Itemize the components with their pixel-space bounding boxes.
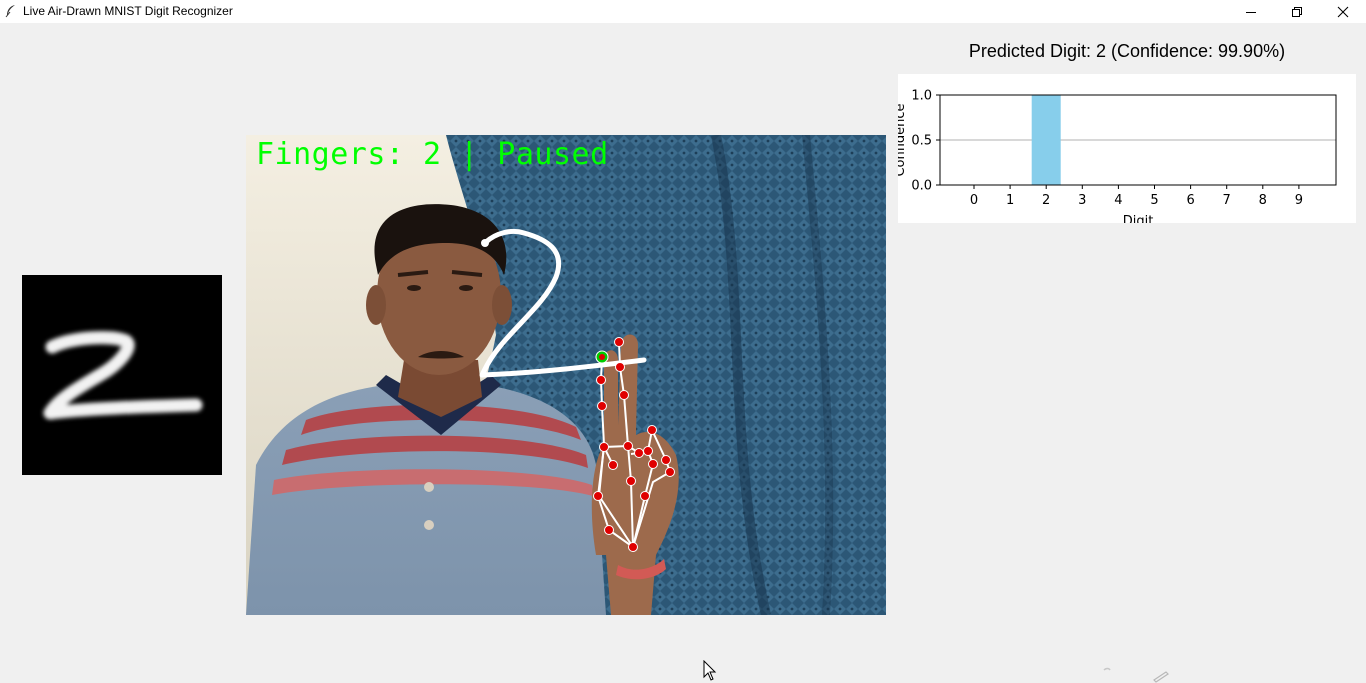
minimize-button[interactable] xyxy=(1228,0,1274,23)
x-tick-label: 9 xyxy=(1295,193,1303,208)
prediction-label: Predicted Digit: 2 (Confidence: 99.90%) xyxy=(968,41,1286,61)
confidence-chart: 0.0 0.5 1.0 0 1 2 3 4 5 6 7 8 9 Confidence Digit xyxy=(898,74,1356,223)
y-tick-label: 0.5 xyxy=(911,134,932,149)
x-tick-label: 3 xyxy=(1078,193,1086,208)
y-tick-label: 1.0 xyxy=(911,89,932,104)
tray-icons xyxy=(1103,667,1169,683)
x-tick-label: 2 xyxy=(1042,193,1050,208)
x-tick-label: 0 xyxy=(970,193,978,208)
window-title: Live Air-Drawn MNIST Digit Recognizer xyxy=(23,4,233,18)
x-tick-label: 4 xyxy=(1114,193,1122,208)
title-bar[interactable]: Live Air-Drawn MNIST Digit Recognizer xyxy=(0,0,1366,23)
digit-preview-image xyxy=(22,275,222,475)
x-tick-label: 8 xyxy=(1259,193,1267,208)
x-tick-label: 5 xyxy=(1150,193,1158,208)
minimize-icon xyxy=(1246,11,1256,13)
app-window: Live Air-Drawn MNIST Digit Recognizer Fi… xyxy=(0,0,1366,683)
x-tick-label: 6 xyxy=(1186,193,1194,208)
camera-feed: Fingers: 2 | Paused xyxy=(246,135,886,615)
bar-digit-2 xyxy=(1031,95,1061,185)
x-tick-label: 1 xyxy=(1006,193,1014,208)
close-button[interactable] xyxy=(1320,0,1366,23)
y-tick-label: 0.0 xyxy=(911,179,932,194)
restore-icon xyxy=(1292,6,1302,17)
close-icon xyxy=(1337,6,1349,17)
y-axis-label: Confidence xyxy=(898,103,908,176)
maximize-button[interactable] xyxy=(1274,0,1320,23)
finger-status-overlay: Fingers: 2 | Paused xyxy=(256,137,609,172)
x-axis-label: Digit xyxy=(1123,214,1154,223)
x-tick-label: 7 xyxy=(1223,193,1231,208)
feather-icon xyxy=(5,5,15,18)
mouse-cursor-icon xyxy=(703,660,717,681)
